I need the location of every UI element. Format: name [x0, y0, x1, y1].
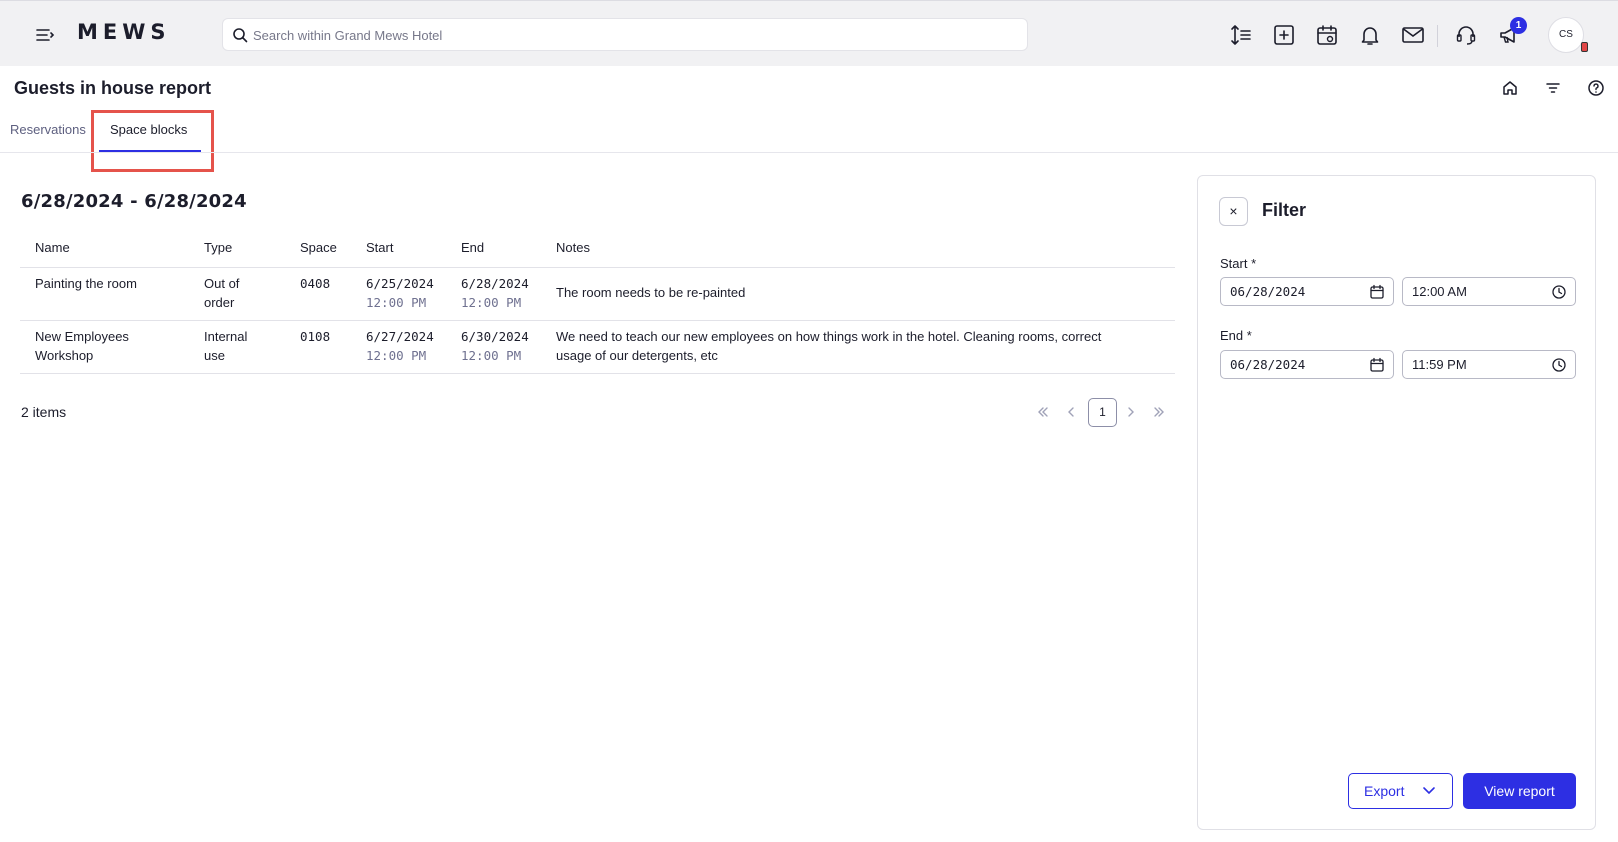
chevron-down-icon	[1423, 787, 1435, 795]
filter-icon[interactable]	[1544, 79, 1562, 97]
clock-icon[interactable]	[1551, 357, 1567, 373]
row-type-line1: Internal	[204, 329, 248, 344]
start-label: Start *	[1220, 256, 1257, 271]
row-end-time: 12:00 PM	[461, 348, 522, 363]
mail-icon[interactable]	[1401, 23, 1425, 47]
close-filter-button[interactable]: ×	[1219, 197, 1248, 226]
user-avatar[interactable]: CS	[1548, 17, 1584, 53]
top-bar: MEWS 1 CS	[0, 0, 1618, 66]
view-report-button[interactable]: View report	[1463, 773, 1576, 809]
notification-badge: 1	[1510, 17, 1527, 34]
start-date-value: 06/28/2024	[1230, 284, 1306, 299]
row-name: Painting the room	[35, 276, 137, 291]
row-start-date: 6/25/2024	[366, 276, 434, 291]
support-headset-icon[interactable]	[1454, 23, 1478, 47]
search-icon	[232, 27, 248, 48]
start-time-value: 12:00 AM	[1412, 284, 1467, 299]
search-bar[interactable]	[222, 18, 1028, 51]
tab-space-blocks[interactable]: Space blocks	[110, 122, 187, 137]
column-header-notes: Notes	[556, 240, 590, 255]
items-count: 2 items	[21, 404, 67, 420]
row-start-date: 6/27/2024	[366, 329, 434, 344]
column-header-type: Type	[204, 240, 233, 255]
current-page-button[interactable]: 1	[1088, 398, 1117, 427]
column-header-space: Space	[300, 240, 337, 255]
end-date-field[interactable]: 06/28/2024	[1220, 350, 1394, 379]
next-page-icon[interactable]	[1117, 398, 1145, 426]
page-title: Guests in house report	[14, 78, 212, 98]
status-indicator	[1581, 42, 1588, 52]
row-type-line1: Out of	[204, 276, 240, 291]
start-date-field[interactable]: 06/28/2024	[1220, 277, 1394, 306]
row-name-line1: New Employees	[35, 329, 129, 344]
row-start-time: 12:00 PM	[366, 348, 427, 363]
last-page-icon[interactable]	[1145, 398, 1173, 426]
row-notes: The room needs to be re-painted	[556, 285, 746, 300]
row-end-date: 6/30/2024	[461, 329, 529, 344]
tabs-divider	[0, 152, 1618, 153]
row-space: 0108	[300, 329, 331, 344]
row-end-date: 6/28/2024	[461, 276, 529, 291]
previous-page-icon[interactable]	[1057, 398, 1085, 426]
column-header-start: Start	[366, 240, 394, 255]
clock-icon[interactable]	[1551, 284, 1567, 300]
row-start-time: 12:00 PM	[366, 295, 427, 310]
filter-title: Filter	[1262, 200, 1307, 220]
highlight-annotation	[91, 110, 214, 172]
add-square-icon[interactable]	[1272, 23, 1296, 47]
menu-icon[interactable]	[34, 25, 56, 45]
date-range-heading: 6/28/2024 - 6/28/2024	[21, 191, 247, 212]
row-space: 0408	[300, 276, 331, 291]
row-name-line2: Workshop	[35, 348, 94, 363]
column-header-end: End	[461, 240, 485, 255]
column-header-name: Name	[35, 240, 70, 255]
row-type-line2: order	[204, 295, 235, 310]
filter-panel	[1197, 175, 1596, 830]
row-notes-line1: We need to teach our new employees on ho…	[556, 329, 1102, 344]
calendar-view-icon[interactable]	[1315, 23, 1339, 47]
start-time-field[interactable]: 12:00 AM	[1402, 277, 1576, 306]
mews-logo[interactable]: MEWS	[77, 20, 171, 44]
toolbar-divider	[1437, 25, 1438, 47]
bell-icon[interactable]	[1358, 23, 1382, 47]
row-divider	[20, 320, 1175, 321]
end-date-value: 06/28/2024	[1230, 357, 1306, 372]
tab-reservations[interactable]: Reservations	[10, 122, 86, 137]
row-divider	[20, 373, 1175, 374]
row-notes-line2: usage of our detergents, etc	[556, 348, 718, 363]
export-label: Export	[1364, 783, 1405, 799]
sort-lines-icon[interactable]	[1229, 23, 1253, 47]
table-header-divider	[20, 267, 1175, 268]
export-button[interactable]: Export	[1348, 773, 1453, 809]
first-page-icon[interactable]	[1029, 398, 1057, 426]
home-icon[interactable]	[1501, 79, 1519, 97]
end-time-value: 11:59 PM	[1412, 357, 1467, 372]
calendar-icon[interactable]	[1369, 284, 1385, 300]
search-input[interactable]	[253, 20, 1013, 50]
end-label: End *	[1220, 328, 1252, 343]
row-type-line2: use	[204, 348, 225, 363]
calendar-icon[interactable]	[1369, 357, 1385, 373]
row-end-time: 12:00 PM	[461, 295, 522, 310]
help-icon[interactable]	[1587, 79, 1605, 97]
end-time-field[interactable]: 11:59 PM	[1402, 350, 1576, 379]
